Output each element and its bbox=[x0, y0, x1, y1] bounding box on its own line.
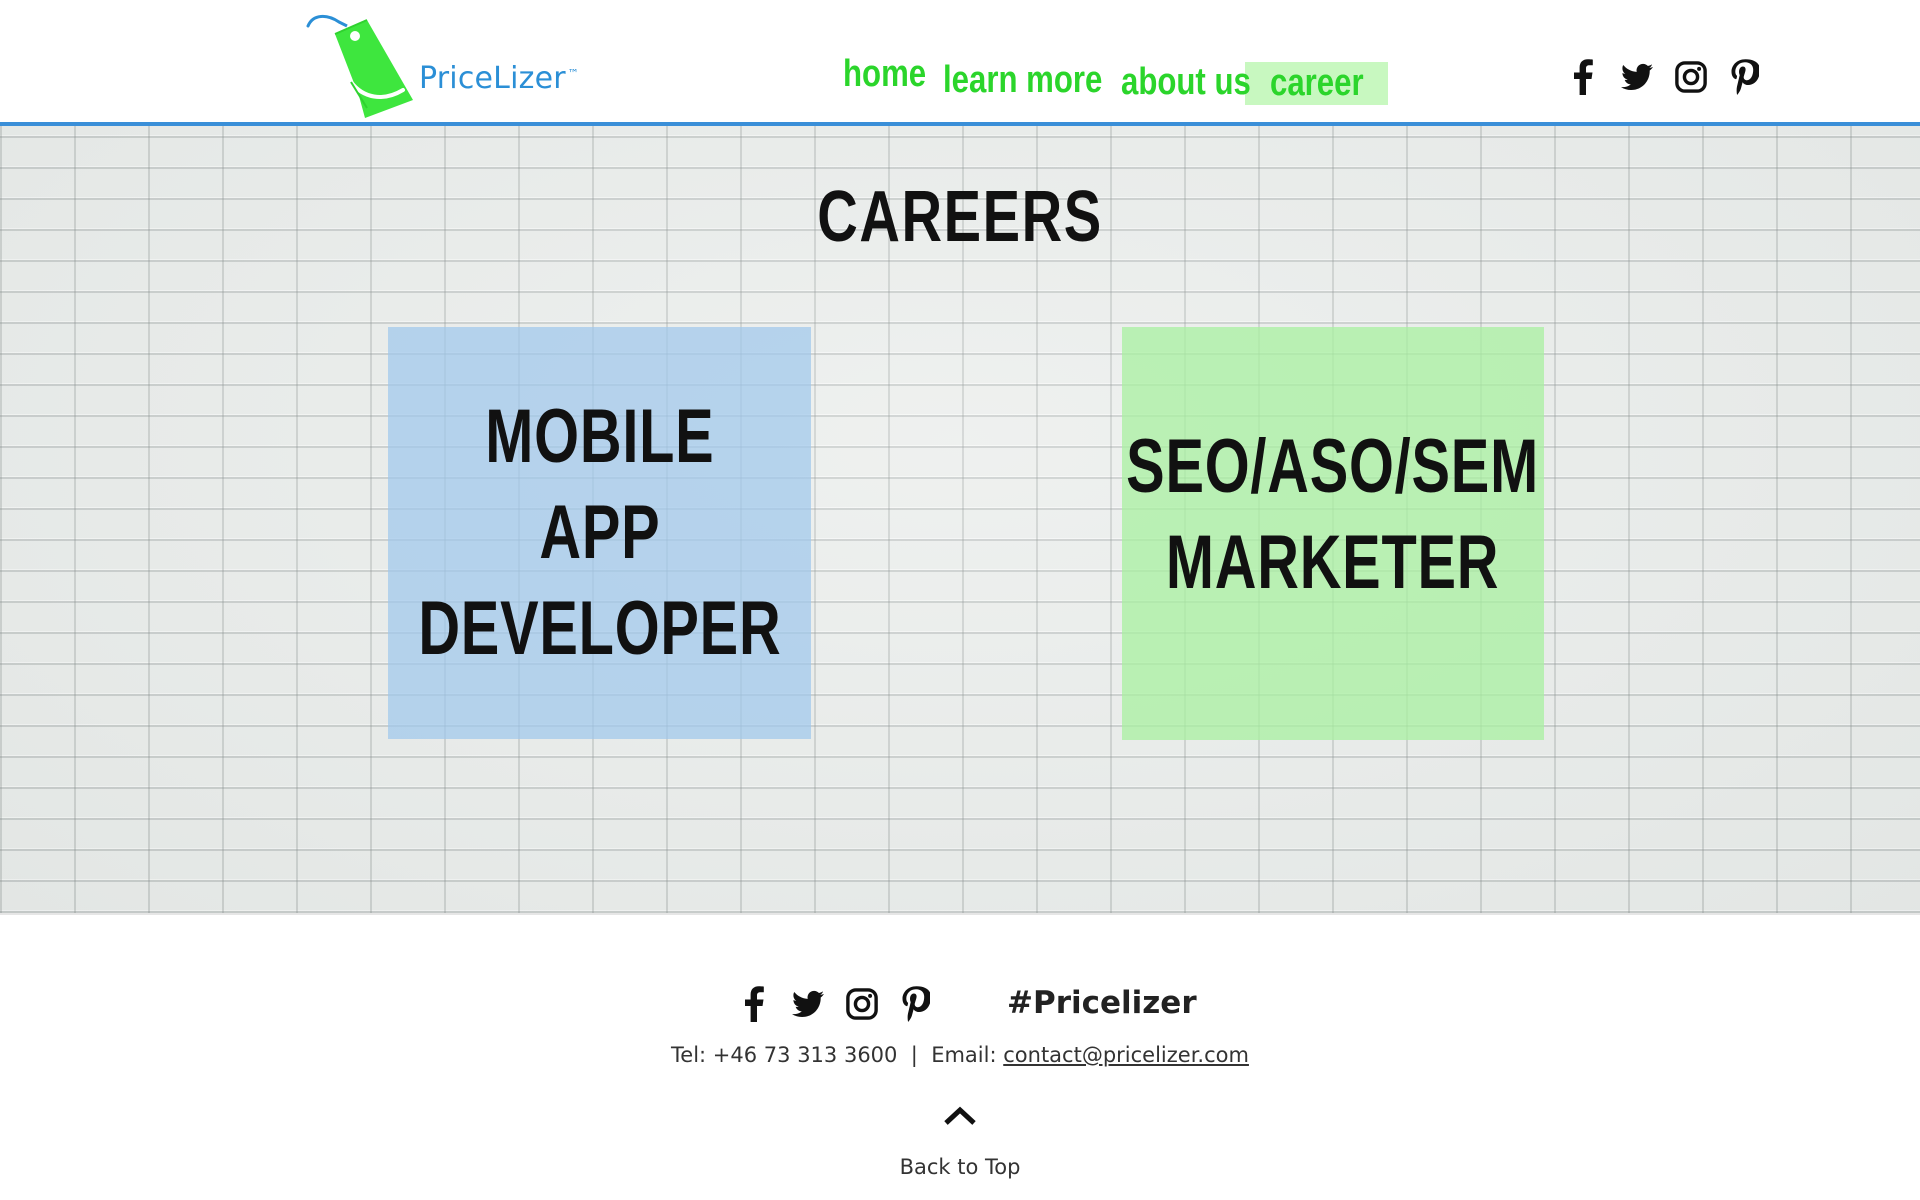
facebook-icon[interactable] bbox=[1567, 59, 1599, 95]
chevron-up-icon[interactable] bbox=[940, 1101, 980, 1131]
position-card-seo-marketer[interactable]: SEO/ASO/SEM MARKETER bbox=[1122, 327, 1544, 740]
facebook-icon[interactable] bbox=[738, 986, 770, 1022]
position-line: MARKETER bbox=[1166, 519, 1500, 605]
nav-about-us[interactable]: about us bbox=[1121, 53, 1251, 111]
footer-social-bar bbox=[738, 986, 932, 1022]
pinterest-icon[interactable] bbox=[1729, 59, 1761, 95]
site-footer: #Pricelizer Tel: +46 73 313 3600 | Email… bbox=[0, 913, 1920, 1200]
position-line: MOBILE bbox=[484, 394, 715, 479]
position-card-mobile-app-developer[interactable]: MOBILE APP DEVELOPER bbox=[388, 327, 811, 739]
trademark-symbol: ™ bbox=[567, 67, 579, 80]
page-title: CAREERS bbox=[817, 177, 1103, 257]
logo-wordmark: PriceLizer ™ bbox=[419, 61, 579, 96]
hashtag-label: #Pricelizer bbox=[1007, 985, 1197, 1021]
brand-name: PriceLizer bbox=[419, 61, 566, 96]
header-social-bar bbox=[1567, 59, 1761, 95]
pricelizer-logo[interactable]: PriceLizer ™ bbox=[305, 12, 595, 122]
careers-section: CAREERS MOBILE APP DEVELOPER SEO/ASO/SEM… bbox=[0, 126, 1920, 913]
nav-home[interactable]: home bbox=[843, 45, 926, 103]
price-tag-icon bbox=[306, 15, 413, 118]
twitter-icon[interactable] bbox=[1621, 59, 1653, 95]
phone-number: Tel: +46 73 313 3600 bbox=[671, 1043, 898, 1067]
twitter-icon[interactable] bbox=[792, 986, 824, 1022]
position-line: SEO/ASO/SEM bbox=[1126, 423, 1540, 509]
back-to-top-link[interactable]: Back to Top bbox=[0, 1155, 1920, 1179]
nav-learn-more[interactable]: learn more bbox=[943, 51, 1102, 109]
contact-info: Tel: +46 73 313 3600 | Email: contact@pr… bbox=[0, 1043, 1920, 1067]
email-label: Email: bbox=[931, 1043, 997, 1067]
nav-career[interactable]: career bbox=[1270, 54, 1364, 112]
site-header: PriceLizer ™ home learn more about us car… bbox=[0, 0, 1920, 126]
position-line: APP bbox=[538, 490, 661, 575]
instagram-icon[interactable] bbox=[846, 986, 878, 1022]
email-link[interactable]: contact@pricelizer.com bbox=[1003, 1043, 1249, 1067]
contact-separator: | bbox=[910, 1043, 918, 1067]
position-title: MOBILE APP DEVELOPER bbox=[418, 389, 781, 677]
position-line: DEVELOPER bbox=[417, 586, 782, 671]
position-title: SEO/ASO/SEM MARKETER bbox=[1127, 419, 1540, 611]
instagram-icon[interactable] bbox=[1675, 59, 1707, 95]
pinterest-icon[interactable] bbox=[900, 986, 932, 1022]
